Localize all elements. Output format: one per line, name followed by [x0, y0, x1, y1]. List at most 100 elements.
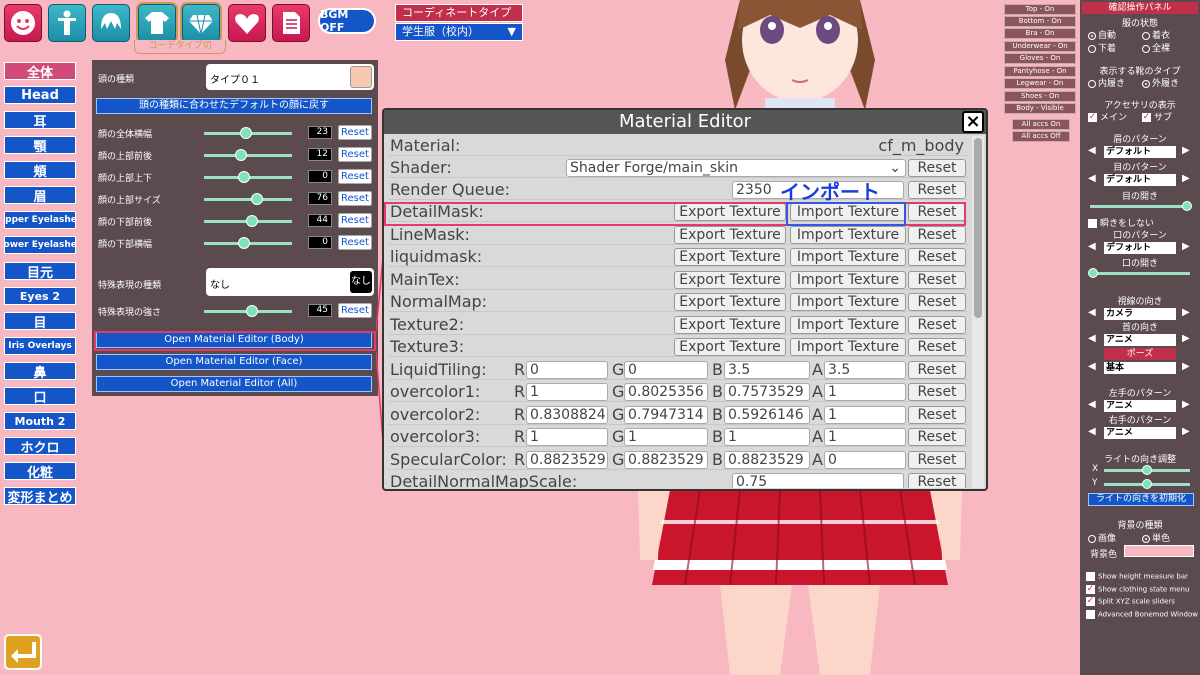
- arrow-right-icon[interactable]: ▶: [1182, 307, 1190, 318]
- mouth-open-track[interactable]: [1090, 272, 1190, 275]
- texture-reset-button[interactable]: Reset: [908, 293, 966, 311]
- face-slider-thumb[interactable]: [250, 193, 263, 205]
- cloth-state-underwear[interactable]: 下着: [1088, 41, 1116, 54]
- category-5[interactable]: 眉: [4, 186, 76, 204]
- category-4[interactable]: 頬: [4, 161, 76, 179]
- r-input[interactable]: 0.8823529: [526, 450, 608, 469]
- body-category-icon[interactable]: [48, 4, 86, 42]
- hair-category-icon[interactable]: [92, 4, 130, 42]
- shoe-indoor[interactable]: 内履き: [1088, 76, 1125, 89]
- background-solid-radio[interactable]: 単色: [1142, 531, 1170, 544]
- face-slider-reset-button[interactable]: Reset: [338, 191, 372, 206]
- face-slider-value[interactable]: 0: [308, 236, 332, 249]
- r-input[interactable]: 1: [526, 383, 608, 401]
- import-texture-button[interactable]: Import Texture: [790, 225, 906, 244]
- face-slider-thumb[interactable]: [240, 127, 253, 139]
- color-reset-button[interactable]: Reset: [908, 405, 966, 424]
- export-texture-button[interactable]: Export Texture: [674, 315, 786, 334]
- accessory-category-icon[interactable]: [182, 4, 220, 42]
- g-input[interactable]: 0.7947314: [624, 405, 708, 424]
- arrow-right-icon[interactable]: ▶: [1182, 241, 1190, 252]
- render-queue-reset-button[interactable]: Reset: [908, 181, 966, 199]
- face-category-icon[interactable]: [4, 4, 42, 42]
- export-texture-button[interactable]: Export Texture: [674, 248, 786, 266]
- g-input[interactable]: 1: [624, 428, 708, 446]
- default-face-button[interactable]: 頭の種類に合わせたデフォルトの顔に戻す: [96, 98, 372, 114]
- cloth-state-clothed[interactable]: 着衣: [1142, 28, 1170, 41]
- texture-reset-button[interactable]: Reset: [908, 248, 966, 266]
- accessory-sub-checkbox[interactable]: ✓ サブ: [1142, 110, 1172, 123]
- visibility-toggle-0[interactable]: Top - On: [1004, 4, 1076, 15]
- back-button[interactable]: [4, 634, 42, 670]
- face-slider-value[interactable]: 76: [308, 192, 332, 205]
- cloth-state-auto[interactable]: 自動: [1088, 28, 1116, 41]
- b-input[interactable]: 1: [724, 428, 810, 446]
- arrow-right-icon[interactable]: ▶: [1182, 333, 1190, 344]
- visibility-toggle-5[interactable]: Pantyhose - On: [1004, 66, 1076, 77]
- option-checkbox-2[interactable]: ✓ Split XYZ scale sliders: [1086, 597, 1175, 606]
- open-material-editor-all-button[interactable]: Open Material Editor (All): [96, 376, 372, 392]
- visibility-toggle-3[interactable]: Underwear - On: [1004, 41, 1076, 52]
- category-6[interactable]: Upper Eyelashes: [4, 211, 76, 229]
- open-material-editor-face-button[interactable]: Open Material Editor (Face): [96, 354, 372, 370]
- a-input[interactable]: 1: [824, 383, 906, 401]
- visibility-toggle-6[interactable]: Legwear - On: [1004, 78, 1076, 89]
- arrow-left-icon[interactable]: ◀: [1088, 361, 1096, 372]
- special-strength-reset-button[interactable]: Reset: [338, 303, 372, 318]
- category-11[interactable]: Iris Overlays: [4, 337, 76, 355]
- export-texture-button[interactable]: Export Texture: [674, 338, 786, 356]
- eye-open-thumb[interactable]: [1182, 201, 1192, 211]
- coordinate-type-dropdown[interactable]: 学生服（校内） ▼: [395, 23, 523, 41]
- background-color-swatch[interactable]: [1124, 545, 1194, 557]
- visibility-toggle-9[interactable]: All accs On: [1012, 119, 1070, 130]
- face-slider-value[interactable]: 12: [308, 148, 332, 161]
- b-input[interactable]: 0.5926146: [724, 405, 810, 424]
- face-slider-reset-button[interactable]: Reset: [338, 235, 372, 250]
- face-slider-value[interactable]: 0: [308, 170, 332, 183]
- mouth-open-thumb[interactable]: [1088, 268, 1098, 278]
- face-slider-thumb[interactable]: [237, 237, 250, 249]
- light-y-thumb[interactable]: [1142, 479, 1152, 489]
- eye-open-track[interactable]: [1090, 205, 1190, 208]
- light-reset-button[interactable]: ライトの向きを初期化: [1088, 493, 1194, 506]
- category-8[interactable]: 目元: [4, 262, 76, 280]
- g-input[interactable]: 0.8025356: [624, 383, 708, 401]
- category-2[interactable]: 耳: [4, 111, 76, 129]
- clothing-category-icon[interactable]: [138, 4, 176, 42]
- b-input[interactable]: 0.7573529: [724, 383, 810, 401]
- category-3[interactable]: 顎: [4, 136, 76, 154]
- texture-reset-button[interactable]: Reset: [908, 315, 966, 334]
- a-input[interactable]: 1: [824, 405, 906, 424]
- category-9[interactable]: Eyes 2: [4, 287, 76, 305]
- import-texture-button[interactable]: Import Texture: [790, 338, 906, 356]
- arrow-right-icon[interactable]: ▶: [1182, 173, 1190, 184]
- visibility-toggle-2[interactable]: Bra - On: [1004, 28, 1076, 39]
- g-input[interactable]: 0: [624, 360, 708, 379]
- g-input[interactable]: 0.8823529: [624, 450, 708, 469]
- face-slider-track[interactable]: [204, 154, 292, 157]
- bgm-toggle-button[interactable]: BGM OFF: [318, 8, 376, 34]
- arrow-left-icon[interactable]: ◀: [1088, 333, 1096, 344]
- r-input[interactable]: 0: [526, 360, 608, 379]
- face-slider-value[interactable]: 23: [308, 126, 332, 139]
- face-slider-reset-button[interactable]: Reset: [338, 169, 372, 184]
- arrow-left-icon[interactable]: ◀: [1088, 173, 1096, 184]
- category-17[interactable]: 変形まとめ: [4, 487, 76, 505]
- close-icon[interactable]: ×: [962, 111, 984, 133]
- arrow-left-icon[interactable]: ◀: [1088, 241, 1096, 252]
- b-input[interactable]: 3.5: [724, 360, 810, 379]
- background-image-radio[interactable]: 画像: [1088, 531, 1116, 544]
- color-reset-button[interactable]: Reset: [908, 383, 966, 401]
- shoe-outdoor[interactable]: 外履き: [1142, 76, 1179, 89]
- scrollbar-thumb[interactable]: [974, 138, 982, 318]
- face-slider-track[interactable]: [204, 198, 292, 201]
- heart-category-icon[interactable]: [228, 4, 266, 42]
- cloth-state-nude[interactable]: 全裸: [1142, 41, 1170, 54]
- visibility-toggle-7[interactable]: Shoes - On: [1004, 91, 1076, 102]
- accessory-main-checkbox[interactable]: ✓ メイン: [1088, 110, 1127, 123]
- special-strength-thumb[interactable]: [246, 305, 259, 317]
- face-slider-reset-button[interactable]: Reset: [338, 125, 372, 140]
- import-texture-button[interactable]: Import Texture: [790, 270, 906, 289]
- face-slider-reset-button[interactable]: Reset: [338, 213, 372, 228]
- visibility-toggle-1[interactable]: Bottom - On: [1004, 16, 1076, 27]
